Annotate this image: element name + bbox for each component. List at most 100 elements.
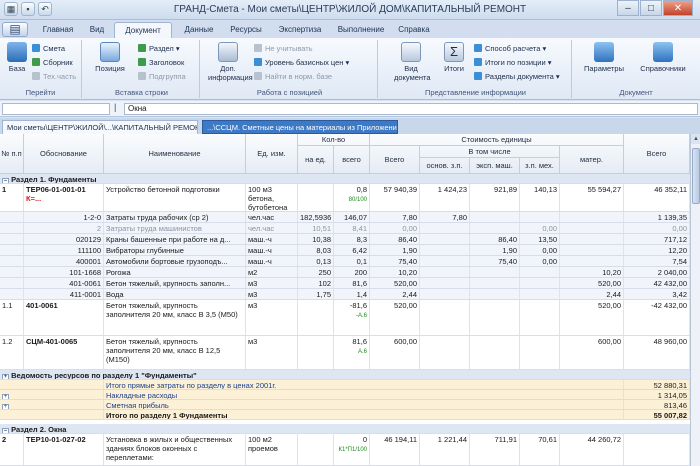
- cell-zpmeh: [520, 212, 560, 222]
- ignore-button[interactable]: Не учитывать: [254, 44, 313, 54]
- base-button[interactable]: База: [4, 42, 30, 73]
- cell-qty_unit: 102: [298, 278, 334, 288]
- table-row[interactable]: – Раздел 2. Окна: [0, 424, 690, 434]
- col-mech-wages[interactable]: з.п. мех.: [520, 158, 560, 174]
- cell-qty_total: 200: [334, 267, 370, 277]
- table-row[interactable]: 411-0001 Вода м3 1,75 1,4 2,44 2,44 3,42: [0, 289, 690, 300]
- table-row[interactable]: 1-2-0 Затраты труда рабочих (ср 2) чел.час…: [0, 212, 690, 223]
- cell-mater: 520,00: [560, 278, 624, 288]
- table-row[interactable]: 1 ТЕР06-01-001-01 К=... Устройство бетонн…: [0, 184, 690, 212]
- cell-vsego: 12,20: [624, 245, 690, 255]
- tab-view[interactable]: Вид: [82, 22, 112, 38]
- close-icon[interactable]: ✕: [663, 0, 693, 16]
- table-row[interactable]: Итого по разделу 1 Фундаменты 55 007,82: [0, 410, 690, 420]
- insert-heading-button[interactable]: Заголовок: [138, 58, 184, 68]
- tab-help[interactable]: Справка: [390, 22, 438, 38]
- tab-resources[interactable]: Ресурсы: [222, 22, 270, 38]
- cell-osn: [420, 267, 470, 277]
- cell-qty_total: 146,07: [334, 212, 370, 222]
- scrollbar-thumb[interactable]: [692, 148, 700, 204]
- doc-tab-estimate[interactable]: Мои сметы\ЦЕНТР\ЖИЛОЙ\...\КАПИТАЛЬНЫЙ РЕ…: [2, 120, 198, 134]
- tab-home[interactable]: Главная: [36, 22, 80, 38]
- col-cost-total[interactable]: Всего: [370, 146, 420, 174]
- table-row[interactable]: 400001 Автомобили бортовые грузоподъ... ма…: [0, 256, 690, 267]
- totals-button[interactable]: Σ Итоги: [440, 42, 468, 73]
- expand-icon[interactable]: +: [2, 404, 9, 409]
- col-qty[interactable]: Кол-во: [298, 134, 370, 146]
- estimate-button[interactable]: Смета: [32, 44, 65, 54]
- doc-tab-prices[interactable]: ...\ССЦМ. Сметные цены на материалы из П…: [202, 120, 398, 134]
- col-num[interactable]: № п.п: [0, 134, 24, 174]
- additional-info-button[interactable]: Доп. информация: [208, 42, 253, 82]
- insert-subgroup-button[interactable]: Подгруппа: [138, 72, 186, 82]
- find-in-base-button[interactable]: Найти в норм. базе: [254, 72, 332, 82]
- tab-document[interactable]: Документ: [114, 22, 172, 38]
- cell-eksp: [470, 289, 520, 299]
- table-row[interactable]: 401-0061 Бетон тяжелый, крупность заполн.…: [0, 278, 690, 289]
- vertical-scrollbar[interactable]: ▲: [690, 134, 700, 466]
- doc-sections-button[interactable]: Разделы документа ▾: [474, 72, 560, 82]
- table-row[interactable]: + Накладные расходы 1 314,05: [0, 390, 690, 400]
- calc-method-button[interactable]: Способ расчета ▾: [474, 44, 546, 54]
- col-including[interactable]: В том числе: [420, 146, 560, 158]
- file-menu-button[interactable]: ▤: [2, 22, 28, 37]
- collapse-icon[interactable]: –: [2, 178, 9, 183]
- tech-part-button[interactable]: Тех.часть: [32, 72, 76, 82]
- sigma-icon: Σ: [444, 42, 464, 62]
- table-row[interactable]: + Ведомость ресурсов по разделу 1 "Фунда…: [0, 370, 690, 380]
- table-row[interactable]: Итого прямые затраты по разделу в ценах …: [0, 380, 690, 390]
- scroll-up-icon[interactable]: ▲: [691, 134, 700, 144]
- maximize-icon[interactable]: □: [640, 0, 662, 16]
- minimize-icon[interactable]: –: [617, 0, 639, 16]
- cell-reference-field[interactable]: [2, 103, 110, 115]
- col-grand-total[interactable]: Всего: [624, 134, 690, 174]
- expand-icon[interactable]: +: [2, 374, 9, 379]
- table-row[interactable]: + Сметная прибыль 813,46: [0, 400, 690, 410]
- cell-unit: м2: [246, 267, 298, 277]
- tab-data[interactable]: Данные: [176, 22, 222, 38]
- table-row[interactable]: 101-1668 Рогожа м2 250 200 10,20 10,20 2 040,00: [0, 267, 690, 278]
- expand-icon[interactable]: +: [2, 394, 9, 399]
- collection-button[interactable]: Сборник: [32, 58, 73, 68]
- estimate-icon: [32, 44, 40, 52]
- col-qty-unit[interactable]: на ед.: [298, 146, 334, 174]
- col-unit[interactable]: Ед. изм.: [246, 134, 298, 174]
- tab-expertise[interactable]: Экспертиза: [272, 22, 328, 38]
- table-row[interactable]: 2 ТЕР10-01-027-02 Установка в жилых и об…: [0, 434, 690, 466]
- table-row[interactable]: 1.1 401-0061 Бетон тяжелый, крупность за…: [0, 300, 690, 336]
- insert-section-button[interactable]: Раздел ▾: [138, 44, 180, 54]
- cell-qty_unit: 8,03: [298, 245, 334, 255]
- insert-position-button[interactable]: Позиция: [92, 42, 128, 73]
- group-navigate: База Смета Сборник Тех.часть Перейти: [0, 40, 82, 98]
- collapse-icon[interactable]: –: [2, 428, 9, 433]
- table-row[interactable]: 111100 Вибраторы глубинные маш.-ч 8,03 6,42 1…: [0, 245, 690, 256]
- parameters-icon: [594, 42, 614, 62]
- table-row[interactable]: 1.2 СЦМ-401-0065 Бетон тяжелый, крупност…: [0, 336, 690, 370]
- col-qty-total[interactable]: всего: [334, 146, 370, 174]
- cell-total: 10,20: [370, 267, 420, 277]
- col-name[interactable]: Наименование: [104, 134, 246, 174]
- parameters-button[interactable]: Параметры: [580, 42, 628, 73]
- table-row[interactable]: 2 Затраты труда машинистов чел.час 10,51 8,4…: [0, 223, 690, 234]
- formula-input[interactable]: Окна: [124, 103, 698, 115]
- cell-unit: маш.-ч: [246, 256, 298, 266]
- cell-eksp: 86,40: [470, 234, 520, 244]
- col-machines[interactable]: эксп. маш.: [470, 158, 520, 174]
- table-row[interactable]: – Раздел 1. Фундаменты: [0, 174, 690, 184]
- col-materials[interactable]: матер.: [560, 146, 624, 174]
- references-button[interactable]: Справочники: [636, 42, 690, 73]
- group-presentation: Вид документа Σ Итоги Способ расчета ▾ Ит…: [380, 40, 572, 98]
- position-totals-button[interactable]: Итоги по позиции ▾: [474, 58, 552, 68]
- tab-execution[interactable]: Выполнение: [332, 22, 390, 38]
- cell-osn: [420, 245, 470, 255]
- col-basis[interactable]: Обоснование: [24, 134, 104, 174]
- price-level-button[interactable]: Уровень базисных цен ▾: [254, 58, 349, 68]
- col-unit-cost[interactable]: Стоимость единицы: [370, 134, 624, 146]
- document-view-button[interactable]: Вид документа: [394, 42, 431, 82]
- cell-mater: [560, 245, 624, 255]
- cell-code: 1-2-0: [24, 212, 104, 222]
- table-row[interactable]: 020129 Краны башенные при работе на д... м…: [0, 234, 690, 245]
- position-icon: [100, 42, 120, 62]
- row-gutter: [0, 267, 24, 277]
- col-base-wages[interactable]: основ. з.п.: [420, 158, 470, 174]
